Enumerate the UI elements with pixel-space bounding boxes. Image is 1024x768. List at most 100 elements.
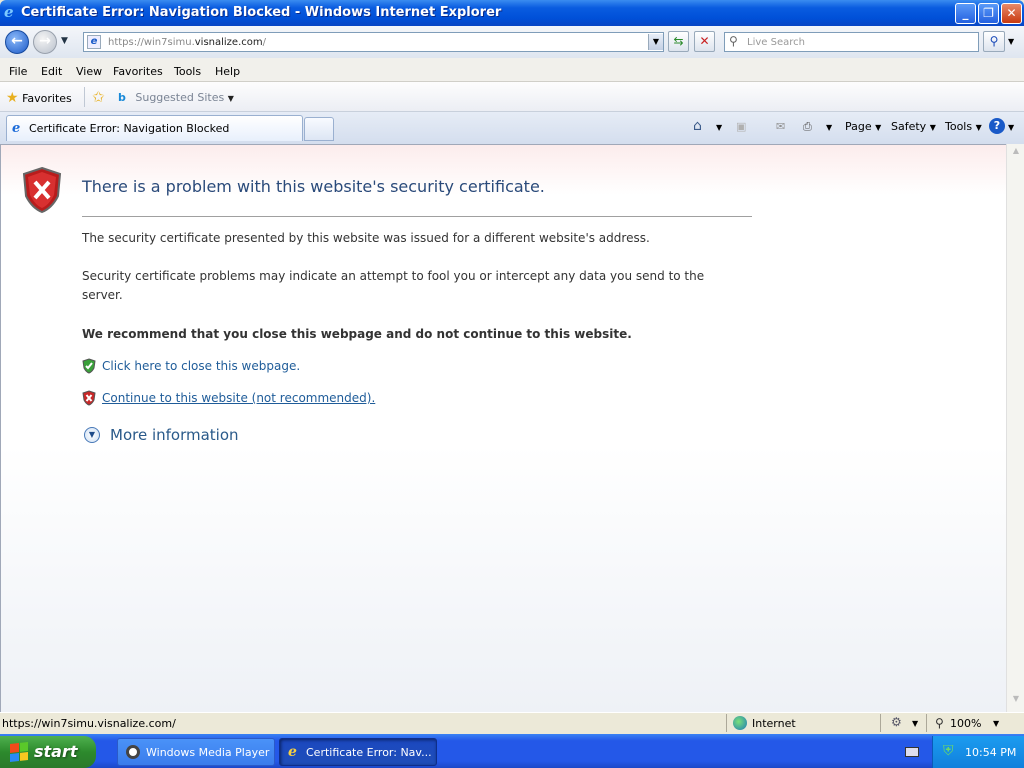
- task-label: Windows Media Player: [146, 746, 270, 759]
- task-label: Certificate Error: Nav...: [306, 746, 432, 759]
- help-dropdown-icon[interactable]: ▼: [1008, 123, 1014, 132]
- menu-file[interactable]: File: [9, 65, 27, 78]
- close-webpage-link[interactable]: Click here to close this webpage.: [102, 359, 300, 373]
- refresh-icon: ⇆: [673, 34, 684, 48]
- status-separator: [926, 714, 927, 732]
- taskbar-item-media-player[interactable]: Windows Media Player: [117, 738, 275, 766]
- forward-button[interactable]: →: [33, 30, 57, 54]
- search-icon: ⚲: [989, 34, 999, 48]
- address-url: https://win7simu.visnalize.com/: [108, 37, 266, 48]
- help-icon[interactable]: ?: [989, 118, 1005, 134]
- home-dropdown-icon[interactable]: ▼: [716, 123, 722, 132]
- media-player-icon: [126, 745, 140, 759]
- menu-edit[interactable]: Edit: [41, 65, 62, 78]
- expand-circle-icon[interactable]: ▼: [84, 427, 100, 443]
- search-options-dropdown[interactable]: ▼: [1008, 37, 1014, 46]
- cert-warning-text: Security certificate problems may indica…: [82, 269, 705, 302]
- clock: 10:54 PM: [965, 746, 1017, 759]
- menu-help[interactable]: Help: [215, 65, 240, 78]
- green-shield-icon: [82, 358, 96, 374]
- favorites-button[interactable]: ★ Favorites: [6, 90, 72, 106]
- url-prefix: https://win7simu.: [108, 37, 195, 48]
- shield-error-icon: [22, 166, 62, 214]
- url-suffix: /: [262, 37, 266, 48]
- chevron-down-icon: ▼: [875, 123, 882, 132]
- chevron-down-icon: ▼: [227, 94, 234, 103]
- close-button[interactable]: ✕: [1001, 3, 1022, 24]
- suggested-sites-button[interactable]: b Suggested Sites ▼: [118, 91, 234, 104]
- zoom-dropdown-icon[interactable]: ▼: [993, 719, 999, 728]
- status-separator: [726, 714, 727, 732]
- globe-icon: [733, 716, 747, 730]
- new-tab-button[interactable]: [304, 117, 334, 141]
- search-magnifier-icon: ⚲: [729, 34, 738, 48]
- page-heading: There is a problem with this website's s…: [82, 177, 545, 196]
- menu-favorites[interactable]: Favorites: [113, 65, 163, 78]
- tab-label: Certificate Error: Navigation Blocked: [29, 122, 230, 135]
- vertical-scrollbar[interactable]: ▲ ▼: [1006, 144, 1024, 712]
- back-button[interactable]: ←: [5, 30, 29, 54]
- page-menu-label: Page: [845, 120, 872, 133]
- zoom-icon: ⚲: [935, 716, 944, 730]
- feeds-icon[interactable]: ▣: [736, 120, 746, 133]
- search-input[interactable]: ⚲ Live Search: [724, 32, 979, 52]
- print-icon[interactable]: ⎙: [803, 120, 812, 134]
- home-icon[interactable]: ⌂: [693, 118, 702, 134]
- tools-menu-button[interactable]: Tools ▼: [945, 120, 982, 133]
- maximize-button[interactable]: ❐: [978, 3, 999, 24]
- cert-address-text: The security certificate presented by th…: [82, 231, 650, 245]
- star-icon: ★: [6, 90, 19, 106]
- continue-website-link[interactable]: Continue to this website (not recommende…: [102, 391, 375, 405]
- system-tray: ⛨ 10:54 PM: [932, 736, 1024, 768]
- start-button[interactable]: start: [0, 736, 96, 768]
- stop-button[interactable]: ✕: [694, 31, 715, 52]
- refresh-button[interactable]: ⇆: [668, 31, 689, 52]
- page-icon: e: [87, 35, 101, 49]
- chevron-down-icon: ▼: [929, 123, 936, 132]
- recent-pages-dropdown[interactable]: ▼: [61, 36, 68, 46]
- search-button[interactable]: ⚲: [983, 31, 1005, 52]
- tab-ie-icon: e: [12, 121, 21, 136]
- ie-icon: e: [288, 744, 297, 760]
- status-url: https://win7simu.visnalize.com/: [2, 717, 176, 730]
- favorites-label: Favorites: [22, 92, 72, 105]
- safety-menu-label: Safety: [891, 120, 927, 133]
- read-mail-icon[interactable]: ✉: [776, 120, 785, 133]
- network-icon[interactable]: ⛨: [943, 743, 954, 759]
- page-menu-button[interactable]: Page ▼: [845, 120, 881, 133]
- divider: [84, 87, 85, 107]
- back-arrow-icon: ←: [11, 33, 23, 49]
- stop-icon: ✕: [699, 34, 710, 48]
- tools-menu-label: Tools: [945, 120, 973, 133]
- bing-icon: b: [118, 91, 126, 104]
- url-domain: visnalize.com: [194, 37, 263, 48]
- recommendation-text: We recommend that you close this webpage…: [82, 327, 632, 341]
- chevron-down-icon[interactable]: ▼: [912, 719, 918, 728]
- protected-mode-icon[interactable]: ⚙: [891, 715, 902, 729]
- heading-divider: [82, 216, 752, 217]
- forward-arrow-icon: →: [39, 33, 51, 49]
- menu-view[interactable]: View: [76, 65, 102, 78]
- chevron-down-icon: ▼: [975, 123, 982, 132]
- address-input[interactable]: e https://win7simu.visnalize.com/ ▼: [83, 32, 664, 52]
- tab-active[interactable]: e Certificate Error: Navigation Blocked: [6, 115, 303, 141]
- security-zone: Internet: [752, 717, 796, 730]
- windows-logo-icon: [10, 742, 28, 762]
- more-information-link[interactable]: More information: [110, 426, 239, 444]
- window-title: Certificate Error: Navigation Blocked - …: [21, 5, 502, 20]
- menu-tools[interactable]: Tools: [174, 65, 201, 78]
- scroll-down-icon[interactable]: ▼: [1009, 694, 1023, 708]
- print-dropdown-icon[interactable]: ▼: [826, 123, 832, 132]
- address-dropdown-button[interactable]: ▼: [648, 34, 663, 50]
- keyboard-icon[interactable]: [905, 747, 919, 757]
- start-label: start: [34, 742, 78, 761]
- status-separator: [880, 714, 881, 732]
- add-to-favorites-icon[interactable]: ✩: [92, 88, 105, 106]
- scroll-up-icon[interactable]: ▲: [1009, 146, 1023, 160]
- suggested-sites-label: Suggested Sites: [135, 91, 225, 104]
- zoom-level[interactable]: 100%: [950, 717, 981, 730]
- minimize-button[interactable]: _: [955, 3, 976, 24]
- taskbar-item-ie[interactable]: e Certificate Error: Nav...: [279, 738, 437, 766]
- ie-icon: e: [4, 3, 14, 21]
- safety-menu-button[interactable]: Safety ▼: [891, 120, 936, 133]
